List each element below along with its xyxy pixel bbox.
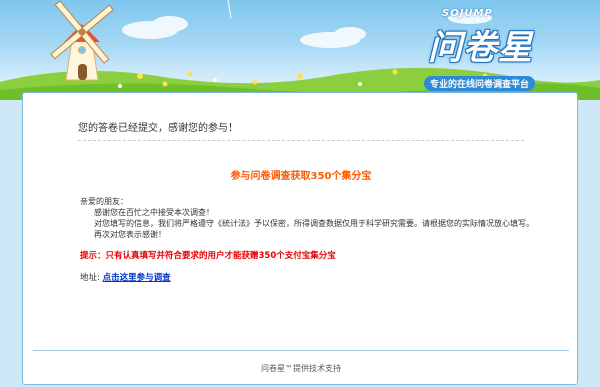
invitation-letter: 亲爱的朋友： 感谢您在百忙之中接受本次调查！ 对您填写的信息，我们将严格遵守《统… — [80, 196, 540, 240]
address-label: 地址: — [80, 273, 100, 283]
footer-divider — [33, 350, 569, 351]
letter-line: 感谢您在百忙之中接受本次调查！ — [94, 208, 214, 217]
promo-title: 参与问卷调查获取350个集分宝 — [230, 171, 372, 182]
logo-slogan: 专业的在线问卷调查平台 — [424, 76, 536, 91]
content-panel: 您的答卷已经提交，感谢您的参与！ 参与问卷调查获取350个集分宝 亲爱的朋友： … — [22, 92, 578, 385]
letter-greeting: 亲爱的朋友： — [80, 197, 128, 206]
letter-line: 对您填写的信息，我们将严格遵守《统计法》予以保密，所得调查数据仅用于科学研究需要… — [94, 219, 534, 228]
logo-chinese-text: 问卷星 — [428, 28, 533, 68]
footer-credit: 问卷星™提供技术支持 — [261, 364, 341, 373]
survey-address: 地址: 点击这里参与调查 — [80, 271, 171, 283]
letter-line: 再次对您表示感谢！ — [94, 230, 166, 239]
submission-thanks-text: 您的答卷已经提交，感谢您的参与！ — [78, 123, 238, 134]
logo-english-text: SOJUMP — [442, 8, 493, 19]
survey-link[interactable]: 点击这里参与调查 — [103, 273, 171, 283]
brand-logo: SOJUMP 问卷星 专业的在线问卷调查平台 — [420, 8, 560, 92]
header-banner: SOJUMP 问卷星 专业的在线问卷调查平台 — [0, 0, 600, 100]
dashed-divider — [78, 140, 524, 141]
reward-tip: 提示：只有认真填写并符合要求的用户才能获赠350个支付宝集分宝 — [80, 251, 336, 261]
